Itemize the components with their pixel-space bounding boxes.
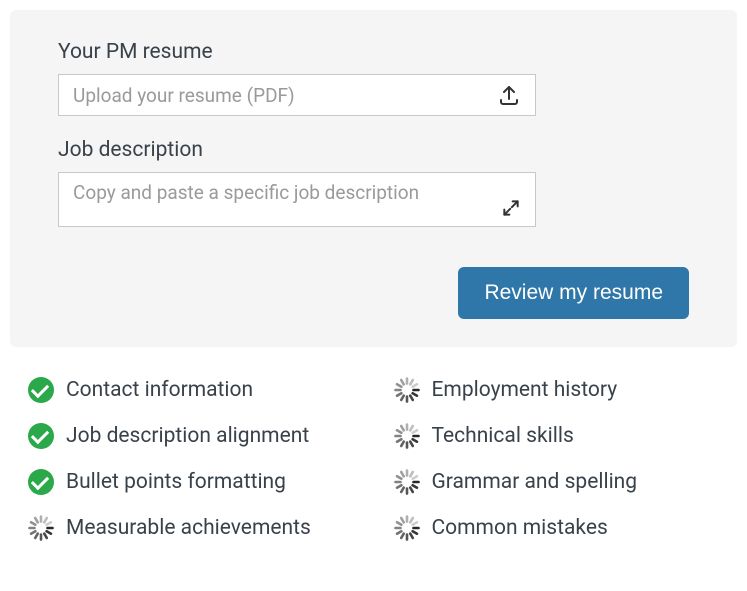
check-label: Employment history xyxy=(432,378,618,402)
check-item-grammar-and-spelling: Grammar and spelling xyxy=(394,469,720,495)
review-button[interactable]: Review my resume xyxy=(458,267,689,319)
check-icon xyxy=(28,377,54,403)
spinner-icon xyxy=(394,377,420,403)
jd-field-block: Job description Copy and paste a specifi… xyxy=(58,138,689,227)
check-label: Job description alignment xyxy=(66,424,309,448)
check-label: Common mistakes xyxy=(432,516,608,540)
check-label: Bullet points formatting xyxy=(66,470,286,494)
checks-grid: Contact information Employment history J… xyxy=(0,347,747,551)
jd-field-label: Job description xyxy=(58,138,689,162)
jd-placeholder: Copy and paste a specific job descriptio… xyxy=(73,181,419,204)
resume-field-label: Your PM resume xyxy=(58,40,689,64)
jd-textarea[interactable]: Copy and paste a specific job descriptio… xyxy=(58,172,536,227)
check-item-contact-information: Contact information xyxy=(28,377,354,403)
check-icon xyxy=(394,469,420,495)
check-item-measurable-achievements: Measurable achievements xyxy=(28,515,354,541)
check-item-job-description-alignment: Job description alignment xyxy=(28,423,354,449)
check-item-employment-history: Employment history xyxy=(394,377,720,403)
check-icon xyxy=(28,423,54,449)
check-item-technical-skills: Technical skills xyxy=(394,423,720,449)
check-label: Grammar and spelling xyxy=(432,470,638,494)
check-icon xyxy=(28,515,54,541)
resize-icon xyxy=(501,198,521,218)
check-icon xyxy=(394,423,420,449)
spinner-icon xyxy=(394,423,420,449)
check-done-icon xyxy=(28,377,54,403)
check-icon xyxy=(394,515,420,541)
check-label: Contact information xyxy=(66,378,253,402)
check-icon xyxy=(394,377,420,403)
form-panel: Your PM resume Upload your resume (PDF) … xyxy=(10,10,737,347)
resume-upload-placeholder: Upload your resume (PDF) xyxy=(73,84,295,107)
check-icon xyxy=(28,469,54,495)
check-item-common-mistakes: Common mistakes xyxy=(394,515,720,541)
check-item-bullet-points-formatting: Bullet points formatting xyxy=(28,469,354,495)
spinner-icon xyxy=(394,515,420,541)
resume-field-block: Your PM resume Upload your resume (PDF) xyxy=(58,40,689,116)
spinner-icon xyxy=(394,469,420,495)
upload-icon xyxy=(497,83,521,107)
resume-upload-input[interactable]: Upload your resume (PDF) xyxy=(58,74,536,116)
spinner-icon xyxy=(28,515,54,541)
check-label: Technical skills xyxy=(432,424,574,448)
check-done-icon xyxy=(28,469,54,495)
check-label: Measurable achievements xyxy=(66,516,311,540)
action-row: Review my resume xyxy=(58,267,689,319)
check-done-icon xyxy=(28,423,54,449)
